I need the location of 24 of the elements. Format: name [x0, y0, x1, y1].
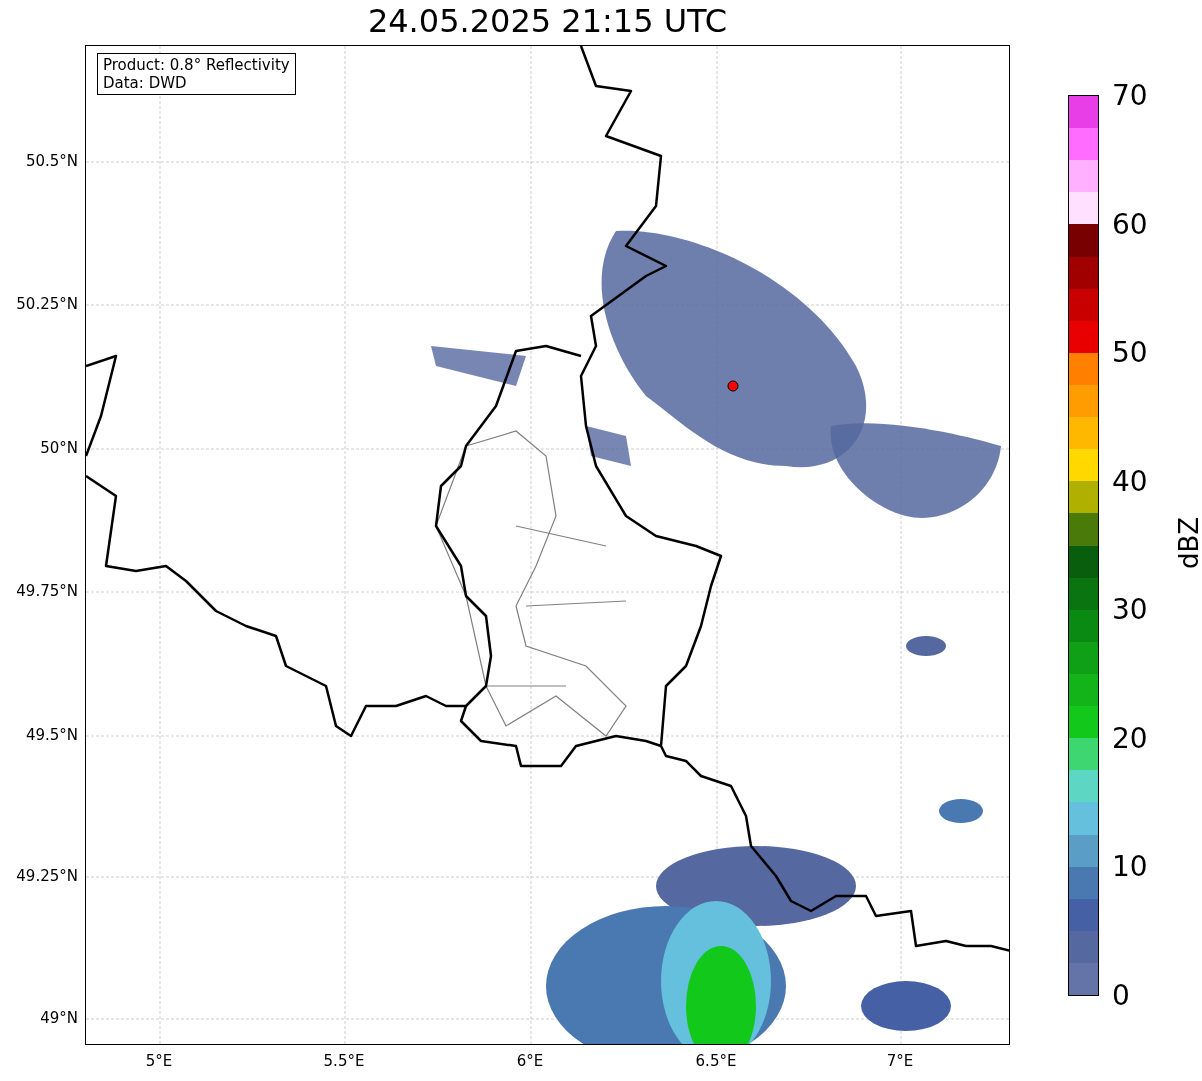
axis-tick-label: 49.75°N	[16, 580, 78, 602]
axis-tick-label: 49.25°N	[16, 865, 78, 887]
colorbar-tick-label: 60	[1112, 210, 1148, 239]
axis-tick-label: 6.5°E	[695, 1051, 737, 1072]
annotation-text: Data: DWD	[103, 74, 188, 92]
colorbar-tick-label: 10	[1112, 853, 1148, 882]
axis-tick-label: 49.5°N	[25, 724, 78, 746]
axis-tick-label: 6°E	[516, 1051, 544, 1072]
axis-tick-label: 5.5°E	[323, 1051, 365, 1072]
colorbar-tick-label: 0	[1112, 982, 1130, 1010]
axis-tick-label: 5°E	[145, 1051, 173, 1072]
annotation-text: Product: 0.8° Reflectivity	[103, 56, 290, 74]
colorbar-label: dBZ	[1176, 516, 1202, 570]
colorbar-tick-label: 50	[1112, 339, 1148, 368]
axis-tick-label: 50°N	[40, 437, 78, 459]
colorbar-tick-label: 70	[1112, 82, 1148, 110]
axis-tick-label: 49°N	[40, 1007, 78, 1029]
axis-tick-label: 7°E	[886, 1051, 914, 1072]
chart-title: 24.05.2025 21:15 UTC	[366, 2, 729, 41]
colorbar-tick-label: 30	[1112, 596, 1148, 625]
colorbar-tick-label: 20	[1112, 724, 1148, 753]
axis-tick-label: 50.25°N	[16, 293, 78, 315]
colorbar-tick-label: 40	[1112, 467, 1148, 496]
axis-tick-label: 50.5°N	[25, 150, 78, 172]
